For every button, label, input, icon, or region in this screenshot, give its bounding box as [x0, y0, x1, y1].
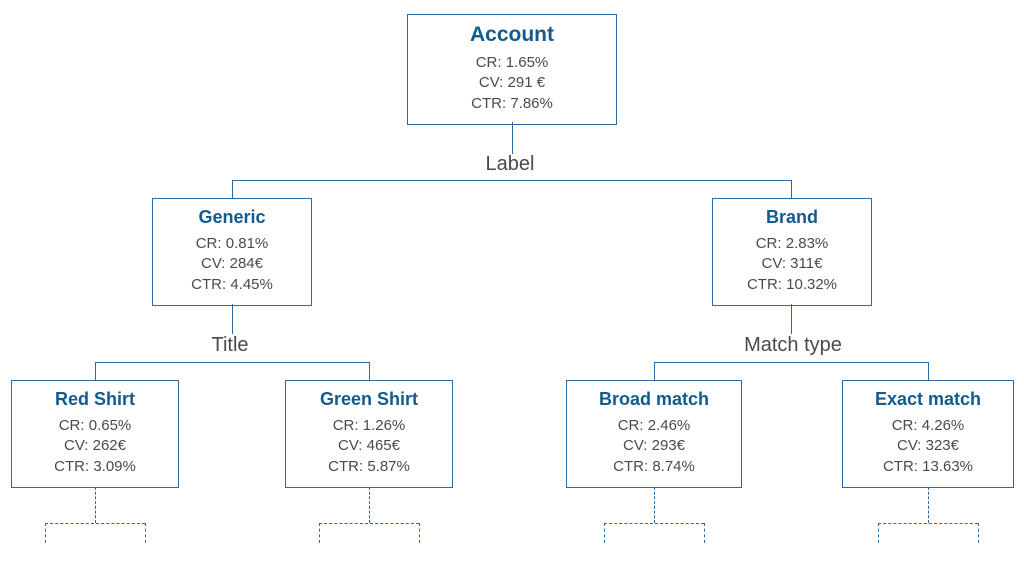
- metric-cr: CR: 2.46%: [573, 416, 735, 436]
- metric-ctr: CTR: 10.32%: [719, 275, 865, 295]
- connector-dashed: [978, 523, 979, 543]
- connector-dashed: [704, 523, 705, 543]
- connector-dashed: [95, 487, 96, 523]
- connector: [654, 362, 928, 363]
- metric-cr: CR: 2.83%: [719, 234, 865, 254]
- connector-dashed: [928, 487, 929, 523]
- node-exact-match: Exact match CR: 4.26% CV: 323€ CTR: 13.6…: [842, 380, 1014, 488]
- node-broad-match: Broad match CR: 2.46% CV: 293€ CTR: 8.74…: [566, 380, 742, 488]
- connector: [95, 362, 96, 380]
- connector: [369, 362, 370, 380]
- connector-dashed: [45, 523, 145, 524]
- metric-cr: CR: 0.65%: [18, 416, 172, 436]
- metric-cr: CR: 1.26%: [292, 416, 446, 436]
- metric-cr: CR: 4.26%: [849, 416, 1007, 436]
- connector-dashed: [604, 523, 704, 524]
- connector: [232, 304, 233, 334]
- node-title: Account: [414, 23, 610, 47]
- connector-dashed: [319, 523, 320, 543]
- metric-ctr: CTR: 8.74%: [573, 457, 735, 477]
- metric-cv: CV: 284€: [159, 254, 305, 274]
- connector-dashed: [604, 523, 605, 543]
- node-account: Account CR: 1.65% CV: 291 € CTR: 7.86%: [407, 14, 617, 125]
- split-label-level1: Label: [460, 153, 560, 176]
- split-label-match-type: Match type: [733, 334, 853, 357]
- connector: [512, 122, 513, 154]
- connector: [928, 362, 929, 380]
- node-title: Green Shirt: [292, 389, 446, 410]
- connector: [654, 362, 655, 380]
- metric-cr: CR: 1.65%: [414, 53, 610, 73]
- metric-ctr: CTR: 4.45%: [159, 275, 305, 295]
- node-title: Broad match: [573, 389, 735, 410]
- connector: [232, 180, 233, 198]
- metric-cv: CV: 293€: [573, 436, 735, 456]
- connector-dashed: [319, 523, 419, 524]
- connector-dashed: [654, 487, 655, 523]
- node-generic: Generic CR: 0.81% CV: 284€ CTR: 4.45%: [152, 198, 312, 306]
- connector: [232, 180, 792, 181]
- connector: [95, 362, 369, 363]
- connector: [791, 180, 792, 198]
- split-label-title: Title: [200, 334, 260, 357]
- connector-dashed: [878, 523, 879, 543]
- metric-cr: CR: 0.81%: [159, 234, 305, 254]
- node-red-shirt: Red Shirt CR: 0.65% CV: 262€ CTR: 3.09%: [11, 380, 179, 488]
- connector: [791, 304, 792, 334]
- connector-dashed: [145, 523, 146, 543]
- node-title: Generic: [159, 207, 305, 228]
- node-title: Red Shirt: [18, 389, 172, 410]
- connector-dashed: [419, 523, 420, 543]
- node-title: Brand: [719, 207, 865, 228]
- connector-dashed: [878, 523, 978, 524]
- node-green-shirt: Green Shirt CR: 1.26% CV: 465€ CTR: 5.87…: [285, 380, 453, 488]
- metric-cv: CV: 291 €: [414, 73, 610, 93]
- metric-cv: CV: 262€: [18, 436, 172, 456]
- metric-cv: CV: 323€: [849, 436, 1007, 456]
- connector-dashed: [45, 523, 46, 543]
- node-title: Exact match: [849, 389, 1007, 410]
- metric-cv: CV: 465€: [292, 436, 446, 456]
- metric-cv: CV: 311€: [719, 254, 865, 274]
- metric-ctr: CTR: 3.09%: [18, 457, 172, 477]
- metric-ctr: CTR: 7.86%: [414, 94, 610, 114]
- node-brand: Brand CR: 2.83% CV: 311€ CTR: 10.32%: [712, 198, 872, 306]
- metric-ctr: CTR: 5.87%: [292, 457, 446, 477]
- metric-ctr: CTR: 13.63%: [849, 457, 1007, 477]
- connector-dashed: [369, 487, 370, 523]
